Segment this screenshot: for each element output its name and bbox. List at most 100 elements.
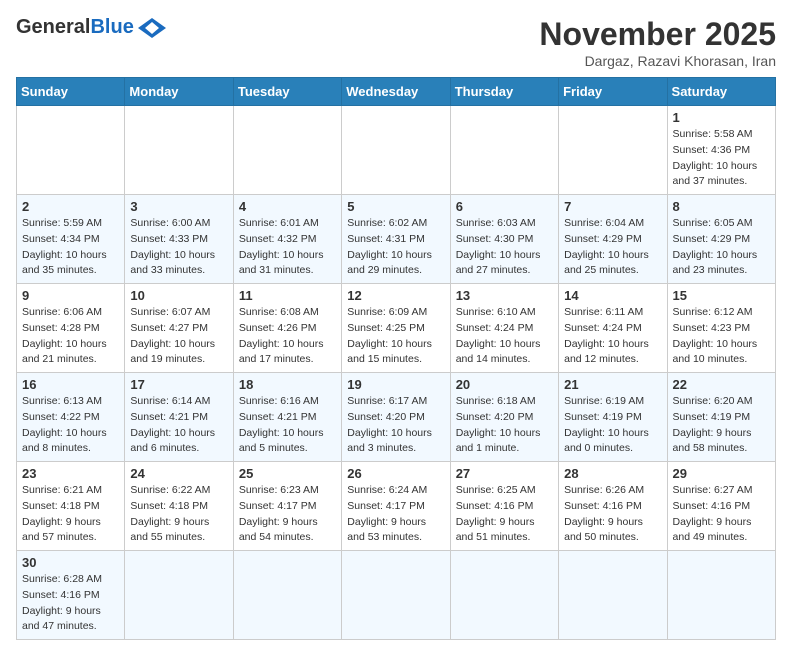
month-title: November 2025 bbox=[539, 16, 776, 53]
calendar-cell: 20 Sunrise: 6:18 AM Sunset: 4:20 PM Dayli… bbox=[450, 373, 558, 462]
calendar-cell: 14Sunrise: 6:11 AM Sunset: 4:24 PM Dayli… bbox=[559, 284, 667, 373]
day-info: Sunrise: 6:06 AM Sunset: 4:28 PM Dayligh… bbox=[22, 305, 119, 368]
calendar-cell: 24 Sunrise: 6:22 AM Sunset: 4:18 PM Dayli… bbox=[125, 462, 233, 551]
day-info: Sunrise: 6:16 AM Sunset: 4:21 PM Dayligh… bbox=[239, 394, 336, 457]
day-number: 21 bbox=[564, 377, 661, 392]
day-info: Sunrise: 6:18 AM Sunset: 4:20 PM Dayligh… bbox=[456, 394, 553, 457]
calendar-cell: 28Sunrise: 6:26 AM Sunset: 4:16 PM Dayli… bbox=[559, 462, 667, 551]
day-info: Sunrise: 5:58 AM Sunset: 4:36 PM Dayligh… bbox=[673, 127, 770, 190]
day-number: 19 bbox=[347, 377, 444, 392]
calendar-cell bbox=[17, 106, 125, 195]
calendar-cell: 2 Sunrise: 5:59 AM Sunset: 4:34 PM Daylig… bbox=[17, 195, 125, 284]
calendar-cell bbox=[342, 551, 450, 640]
calendar-cell bbox=[125, 106, 233, 195]
day-info: Sunrise: 6:12 AM Sunset: 4:23 PM Dayligh… bbox=[673, 305, 770, 368]
day-number: 6 bbox=[456, 199, 553, 214]
calendar-cell bbox=[450, 106, 558, 195]
day-number: 9 bbox=[22, 288, 119, 303]
calendar-cell: 21 Sunrise: 6:19 AM Sunset: 4:19 PM Dayli… bbox=[559, 373, 667, 462]
logo-icon bbox=[138, 18, 166, 38]
calendar-cell: 16 Sunrise: 6:13 AM Sunset: 4:22 PM Dayli… bbox=[17, 373, 125, 462]
calendar-week-row: 1 Sunrise: 5:58 AM Sunset: 4:36 PM Daylig… bbox=[17, 106, 776, 195]
calendar-cell bbox=[559, 551, 667, 640]
calendar-cell: 15 Sunrise: 6:12 AM Sunset: 4:23 PM Dayli… bbox=[667, 284, 775, 373]
logo-blue-text: Blue bbox=[90, 16, 133, 39]
calendar-cell: 26Sunrise: 6:24 AM Sunset: 4:17 PM Dayli… bbox=[342, 462, 450, 551]
logo-general-text: General bbox=[16, 16, 90, 39]
calendar-cell: 9 Sunrise: 6:06 AM Sunset: 4:28 PM Daylig… bbox=[17, 284, 125, 373]
calendar-cell bbox=[125, 551, 233, 640]
weekday-header-tuesday: Tuesday bbox=[233, 78, 341, 106]
day-number: 5 bbox=[347, 199, 444, 214]
day-info: Sunrise: 6:03 AM Sunset: 4:30 PM Dayligh… bbox=[456, 216, 553, 279]
calendar-cell: 22Sunrise: 6:20 AM Sunset: 4:19 PM Dayli… bbox=[667, 373, 775, 462]
day-number: 16 bbox=[22, 377, 119, 392]
day-number: 1 bbox=[673, 110, 770, 125]
day-info: Sunrise: 5:59 AM Sunset: 4:34 PM Dayligh… bbox=[22, 216, 119, 279]
calendar-cell: 3Sunrise: 6:00 AM Sunset: 4:33 PM Daylig… bbox=[125, 195, 233, 284]
calendar-cell: 23 Sunrise: 6:21 AM Sunset: 4:18 PM Dayli… bbox=[17, 462, 125, 551]
day-info: Sunrise: 6:00 AM Sunset: 4:33 PM Dayligh… bbox=[130, 216, 227, 279]
calendar-cell bbox=[559, 106, 667, 195]
calendar-week-row: 16 Sunrise: 6:13 AM Sunset: 4:22 PM Dayli… bbox=[17, 373, 776, 462]
day-info: Sunrise: 6:09 AM Sunset: 4:25 PM Dayligh… bbox=[347, 305, 444, 368]
calendar-cell bbox=[233, 106, 341, 195]
weekday-header-sunday: Sunday bbox=[17, 78, 125, 106]
day-info: Sunrise: 6:26 AM Sunset: 4:16 PM Dayligh… bbox=[564, 483, 661, 546]
day-number: 4 bbox=[239, 199, 336, 214]
day-number: 22 bbox=[673, 377, 770, 392]
day-info: Sunrise: 6:04 AM Sunset: 4:29 PM Dayligh… bbox=[564, 216, 661, 279]
day-info: Sunrise: 6:02 AM Sunset: 4:31 PM Dayligh… bbox=[347, 216, 444, 279]
day-number: 29 bbox=[673, 466, 770, 481]
day-info: Sunrise: 6:24 AM Sunset: 4:17 PM Dayligh… bbox=[347, 483, 444, 546]
calendar-cell: 12 Sunrise: 6:09 AM Sunset: 4:25 PM Dayli… bbox=[342, 284, 450, 373]
day-info: Sunrise: 6:05 AM Sunset: 4:29 PM Dayligh… bbox=[673, 216, 770, 279]
day-number: 2 bbox=[22, 199, 119, 214]
day-info: Sunrise: 6:22 AM Sunset: 4:18 PM Dayligh… bbox=[130, 483, 227, 546]
calendar-cell: 29 Sunrise: 6:27 AM Sunset: 4:16 PM Dayli… bbox=[667, 462, 775, 551]
day-info: Sunrise: 6:19 AM Sunset: 4:19 PM Dayligh… bbox=[564, 394, 661, 457]
day-number: 24 bbox=[130, 466, 227, 481]
day-number: 8 bbox=[673, 199, 770, 214]
day-info: Sunrise: 6:17 AM Sunset: 4:20 PM Dayligh… bbox=[347, 394, 444, 457]
day-number: 27 bbox=[456, 466, 553, 481]
day-info: Sunrise: 6:21 AM Sunset: 4:18 PM Dayligh… bbox=[22, 483, 119, 546]
weekday-header-row: SundayMondayTuesdayWednesdayThursdayFrid… bbox=[17, 78, 776, 106]
weekday-header-saturday: Saturday bbox=[667, 78, 775, 106]
calendar-week-row: 23 Sunrise: 6:21 AM Sunset: 4:18 PM Dayli… bbox=[17, 462, 776, 551]
calendar-cell: 19 Sunrise: 6:17 AM Sunset: 4:20 PM Dayli… bbox=[342, 373, 450, 462]
day-info: Sunrise: 6:01 AM Sunset: 4:32 PM Dayligh… bbox=[239, 216, 336, 279]
calendar-cell: 10 Sunrise: 6:07 AM Sunset: 4:27 PM Dayli… bbox=[125, 284, 233, 373]
day-number: 12 bbox=[347, 288, 444, 303]
day-number: 7 bbox=[564, 199, 661, 214]
calendar-cell: 1 Sunrise: 5:58 AM Sunset: 4:36 PM Daylig… bbox=[667, 106, 775, 195]
day-info: Sunrise: 6:27 AM Sunset: 4:16 PM Dayligh… bbox=[673, 483, 770, 546]
day-number: 30 bbox=[22, 555, 119, 570]
day-number: 20 bbox=[456, 377, 553, 392]
calendar-cell: 8 Sunrise: 6:05 AM Sunset: 4:29 PM Daylig… bbox=[667, 195, 775, 284]
day-number: 15 bbox=[673, 288, 770, 303]
day-info: Sunrise: 6:13 AM Sunset: 4:22 PM Dayligh… bbox=[22, 394, 119, 457]
calendar-cell bbox=[233, 551, 341, 640]
calendar-cell bbox=[342, 106, 450, 195]
calendar-week-row: 30Sunrise: 6:28 AM Sunset: 4:16 PM Dayli… bbox=[17, 551, 776, 640]
weekday-header-friday: Friday bbox=[559, 78, 667, 106]
title-block: November 2025 Dargaz, Razavi Khorasan, I… bbox=[539, 16, 776, 69]
calendar-week-row: 2 Sunrise: 5:59 AM Sunset: 4:34 PM Daylig… bbox=[17, 195, 776, 284]
day-info: Sunrise: 6:10 AM Sunset: 4:24 PM Dayligh… bbox=[456, 305, 553, 368]
day-number: 13 bbox=[456, 288, 553, 303]
day-info: Sunrise: 6:14 AM Sunset: 4:21 PM Dayligh… bbox=[130, 394, 227, 457]
calendar-cell: 17Sunrise: 6:14 AM Sunset: 4:21 PM Dayli… bbox=[125, 373, 233, 462]
weekday-header-wednesday: Wednesday bbox=[342, 78, 450, 106]
logo: General Blue bbox=[16, 16, 166, 39]
day-info: Sunrise: 6:25 AM Sunset: 4:16 PM Dayligh… bbox=[456, 483, 553, 546]
calendar-cell: 27 Sunrise: 6:25 AM Sunset: 4:16 PM Dayli… bbox=[450, 462, 558, 551]
day-info: Sunrise: 6:11 AM Sunset: 4:24 PM Dayligh… bbox=[564, 305, 661, 368]
day-number: 23 bbox=[22, 466, 119, 481]
day-number: 10 bbox=[130, 288, 227, 303]
calendar-cell: 13 Sunrise: 6:10 AM Sunset: 4:24 PM Dayli… bbox=[450, 284, 558, 373]
weekday-header-monday: Monday bbox=[125, 78, 233, 106]
day-number: 18 bbox=[239, 377, 336, 392]
day-info: Sunrise: 6:07 AM Sunset: 4:27 PM Dayligh… bbox=[130, 305, 227, 368]
page-header: General Blue November 2025 Dargaz, Razav… bbox=[16, 16, 776, 69]
